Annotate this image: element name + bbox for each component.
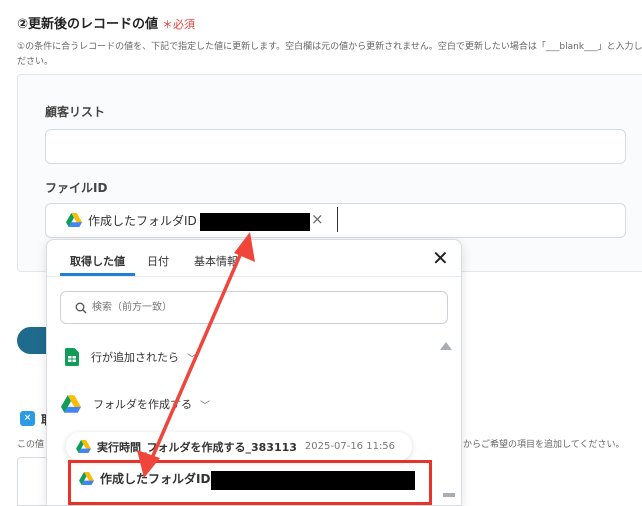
group-label: 行が追加されたら	[91, 351, 179, 364]
tab-divider	[47, 276, 461, 277]
remove-token-icon[interactable]: ×	[311, 210, 324, 228]
description-line-1: ①の条件に合うレコードの値を、下記で指定した値に更新します。空白欄は元の値から更…	[17, 42, 642, 52]
background-button[interactable]	[17, 327, 47, 354]
list-item-label: 実行時間_フォルダを作成する_383113	[97, 440, 297, 454]
list-item[interactable]: 実行時間_フォルダを作成する_383113 2025-07-16 11:56	[66, 432, 412, 461]
group-row-added[interactable]: 行が追加されたら ﹀	[65, 348, 197, 366]
google-drive-icon	[76, 440, 91, 453]
google-sheets-icon	[65, 348, 79, 366]
background-text-left: この値	[17, 440, 45, 450]
highlight-box	[68, 460, 432, 505]
chevron-icon: ﹀	[200, 400, 210, 412]
search-icon	[75, 302, 87, 314]
close-icon[interactable]: ✕	[432, 248, 449, 268]
required-mark: ＊必須	[162, 18, 196, 31]
redacted-block	[200, 213, 310, 231]
file-id-token[interactable]: 作成したフォルダID	[66, 208, 197, 232]
search-input[interactable]	[92, 298, 392, 316]
text-caret	[337, 207, 338, 232]
scrollbar-thumb[interactable]	[443, 493, 455, 497]
description-line-2: ださい。	[17, 57, 54, 67]
section-description: ①の条件に合うレコードの値を、下記で指定した値に更新します。空白欄は元の値から更…	[17, 40, 642, 70]
tab-basic-info[interactable]: 基本情報	[194, 253, 238, 269]
background-box	[17, 457, 47, 506]
customer-list-input[interactable]	[45, 129, 626, 164]
x-logo-icon: ×	[20, 411, 35, 426]
google-drive-icon	[66, 213, 82, 227]
section-title: ②更新後のレコードの値 ＊必須	[17, 13, 195, 32]
scroll-up-arrow-icon[interactable]	[440, 342, 452, 350]
chevron-down-icon: ﹀	[187, 353, 197, 365]
section-title-text: ②更新後のレコードの値	[17, 17, 159, 32]
group-row-create-folder[interactable]: フォルダを作成する ﹀	[61, 395, 210, 413]
list-item-timestamp: 2025-07-16 11:56	[304, 441, 396, 452]
token-label: 作成したフォルダID	[88, 213, 197, 228]
file-id-label: ファイルID	[45, 181, 108, 195]
group-label: フォルダを作成する	[93, 398, 192, 411]
tab-date[interactable]: 日付	[147, 253, 169, 269]
customer-list-label: 顧客リスト	[45, 105, 106, 119]
tab-acquired-values[interactable]: 取得した値	[70, 253, 125, 269]
google-drive-icon	[61, 395, 81, 413]
background-text-right: からご希望の項目を追加してください。	[463, 440, 625, 450]
